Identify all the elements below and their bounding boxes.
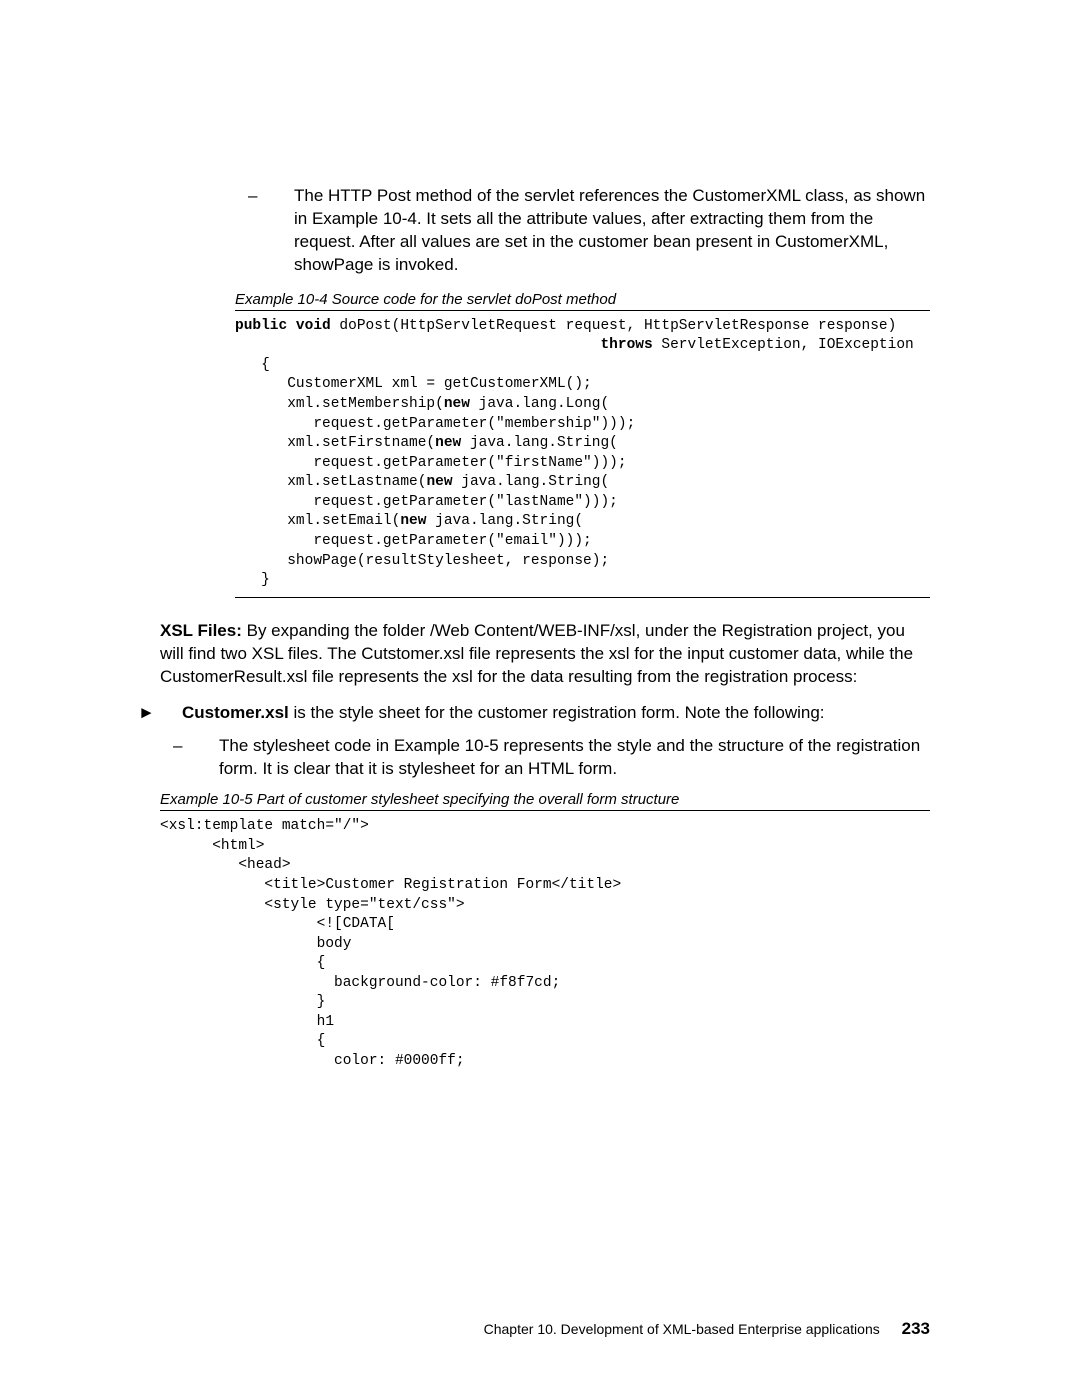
dash-bullet: – — [271, 185, 294, 208]
customer-xsl-label: Customer.xsl — [182, 703, 289, 722]
example-10-4-caption: Example 10-4 Source code for the servlet… — [235, 291, 930, 308]
page-footer: Chapter 10. Development of XML-based Ent… — [484, 1319, 930, 1339]
chapter-label: Chapter 10. Development of XML-based Ent… — [484, 1321, 880, 1337]
divider — [235, 310, 930, 311]
divider — [235, 597, 930, 598]
dash-bullet: – — [196, 735, 219, 758]
page-number: 233 — [902, 1319, 930, 1338]
subbullet-text: The stylesheet code in Example 10-5 repr… — [219, 736, 920, 778]
xsl-files-text: By expanding the folder /Web Content/WEB… — [160, 621, 913, 686]
intro-paragraph: –The HTTP Post method of the servlet ref… — [235, 185, 930, 277]
example-10-5-caption: Example 10-5 Part of customer stylesheet… — [160, 791, 930, 808]
code-example-10-4: public void doPost(HttpServletRequest re… — [235, 317, 930, 591]
divider — [160, 810, 930, 811]
intro-text: The HTTP Post method of the servlet refe… — [294, 186, 925, 274]
code-example-10-5: <xsl:template match="/"> <html> <head> <… — [160, 817, 930, 1071]
triangle-bullet-icon: ► — [160, 702, 182, 725]
customer-xsl-text: is the style sheet for the customer regi… — [289, 703, 825, 722]
customer-xsl-bullet: ►Customer.xsl is the style sheet for the… — [160, 702, 930, 725]
xsl-files-label: XSL Files: — [160, 621, 242, 640]
xsl-files-paragraph: XSL Files: By expanding the folder /Web … — [160, 620, 930, 689]
stylesheet-subbullet: –The stylesheet code in Example 10-5 rep… — [160, 735, 930, 781]
